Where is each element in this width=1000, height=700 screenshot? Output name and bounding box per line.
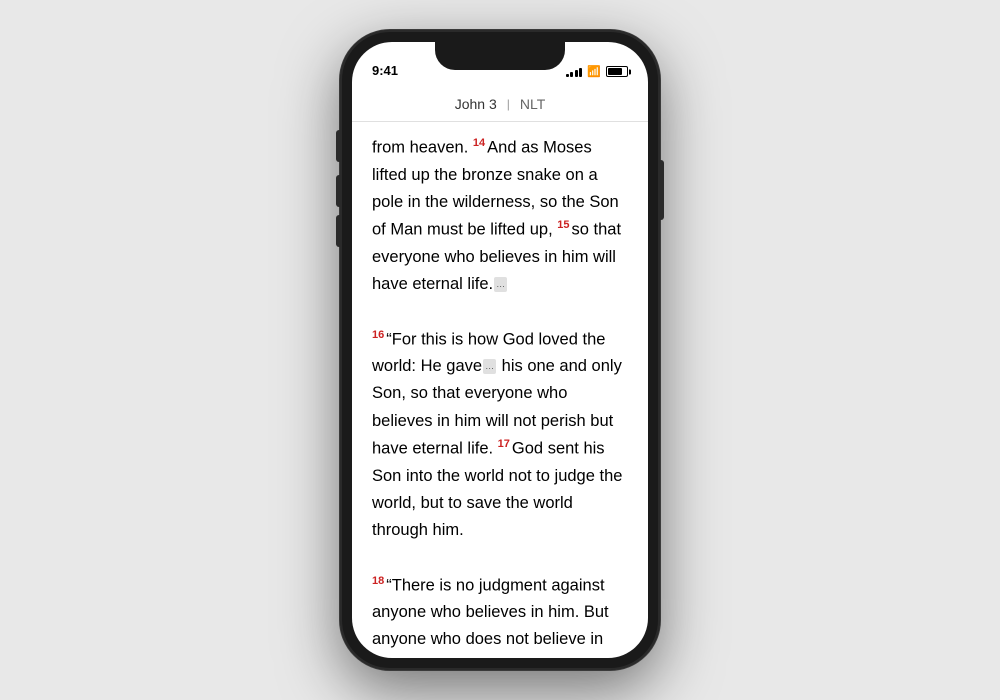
verse-number-18: 18 (372, 575, 384, 587)
wifi-icon: 📶 (587, 65, 601, 78)
verse14-prefix: from heaven. (372, 139, 473, 157)
verse-number-14: 14 (473, 137, 485, 149)
footnote-marker-16: … (483, 359, 496, 374)
status-icons: 📶 (566, 65, 628, 80)
phone-screen: 9:41 📶 John 3 | NLT f (352, 42, 648, 658)
verse18-text: “There is no judgment against anyone who… (372, 576, 609, 658)
bible-header: John 3 | NLT (352, 86, 648, 122)
scripture-content[interactable]: from heaven. 14And as Moses lifted up th… (352, 122, 648, 658)
phone-frame: 9:41 📶 John 3 | NLT f (340, 30, 660, 670)
translation-label[interactable]: NLT (520, 96, 545, 112)
battery-fill (608, 68, 622, 75)
header-divider: | (507, 97, 510, 111)
scripture-text: from heaven. 14And as Moses lifted up th… (372, 134, 628, 658)
verse-number-16: 16 (372, 329, 384, 341)
status-time: 9:41 (372, 63, 398, 80)
verse-number-17: 17 (498, 438, 510, 450)
battery-icon (606, 66, 628, 77)
bible-reference[interactable]: John 3 (455, 96, 497, 112)
verse-number-15: 15 (557, 219, 569, 231)
signal-icon (566, 67, 583, 77)
footnote-marker-15: … (494, 277, 507, 292)
notch (435, 42, 565, 70)
